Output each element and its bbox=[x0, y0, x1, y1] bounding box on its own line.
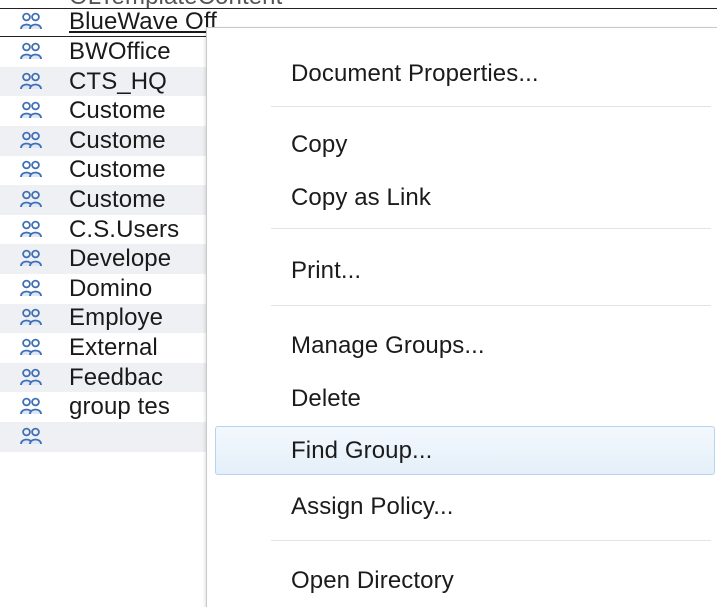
menu-item-document-properties[interactable]: Document Properties... bbox=[291, 59, 539, 89]
list-item-label: External bbox=[69, 333, 158, 361]
list-item-label: Custome bbox=[69, 156, 166, 184]
group-icon bbox=[20, 190, 42, 210]
list-item-label: BlueWave Off bbox=[69, 8, 217, 36]
list-item-label: Custome bbox=[69, 97, 166, 125]
menu-hover-highlight bbox=[215, 426, 715, 475]
group-icon bbox=[20, 72, 42, 92]
group-icon bbox=[20, 12, 42, 32]
screen: OLTemplateContent BlueWave Off BWOffice … bbox=[0, 0, 717, 607]
group-icon bbox=[20, 308, 42, 328]
list-item-label: Employe bbox=[69, 304, 164, 332]
list-item-label: Custome bbox=[69, 126, 166, 154]
menu-item-open-directory[interactable]: Open Directory bbox=[291, 566, 454, 596]
menu-item-copy-as-link[interactable]: Copy as Link bbox=[291, 183, 431, 213]
list-item-label: Custome bbox=[69, 185, 166, 213]
menu-separator bbox=[271, 540, 711, 541]
list-item-label: Domino bbox=[69, 274, 153, 302]
list-item-label: group tes bbox=[69, 393, 170, 421]
group-icon bbox=[20, 397, 42, 417]
menu-item-print[interactable]: Print... bbox=[291, 256, 361, 286]
group-icon bbox=[20, 338, 42, 358]
group-icon bbox=[20, 279, 42, 299]
group-icon bbox=[20, 368, 42, 388]
list-item-label: Feedbac bbox=[69, 363, 164, 391]
menu-item-assign-policy[interactable]: Assign Policy... bbox=[291, 492, 454, 522]
menu-item-copy[interactable]: Copy bbox=[291, 130, 347, 160]
context-menu: Document Properties... Copy Copy as Link… bbox=[206, 27, 717, 607]
group-icon bbox=[20, 220, 42, 240]
group-icon bbox=[20, 249, 42, 269]
menu-separator bbox=[271, 106, 711, 107]
list-item-label: C.S.Users bbox=[69, 215, 180, 243]
menu-icon-gutter bbox=[259, 28, 260, 607]
menu-item-manage-groups[interactable]: Manage Groups... bbox=[291, 331, 485, 361]
group-icon bbox=[20, 427, 42, 447]
list-item-label: BWOffice bbox=[69, 37, 171, 65]
list-item-label: CTS_HQ bbox=[69, 67, 167, 95]
menu-separator bbox=[271, 228, 711, 229]
group-icon bbox=[20, 101, 42, 121]
group-icon bbox=[20, 0, 42, 3]
list-item-label: Develope bbox=[69, 245, 172, 273]
group-icon bbox=[20, 131, 42, 151]
menu-item-find-group[interactable]: Find Group... bbox=[291, 436, 432, 466]
menu-item-delete[interactable]: Delete bbox=[291, 384, 361, 414]
group-icon bbox=[20, 42, 42, 62]
group-icon bbox=[20, 160, 42, 180]
menu-separator bbox=[271, 305, 711, 306]
list-item[interactable]: OLTemplateContent bbox=[0, 0, 717, 10]
